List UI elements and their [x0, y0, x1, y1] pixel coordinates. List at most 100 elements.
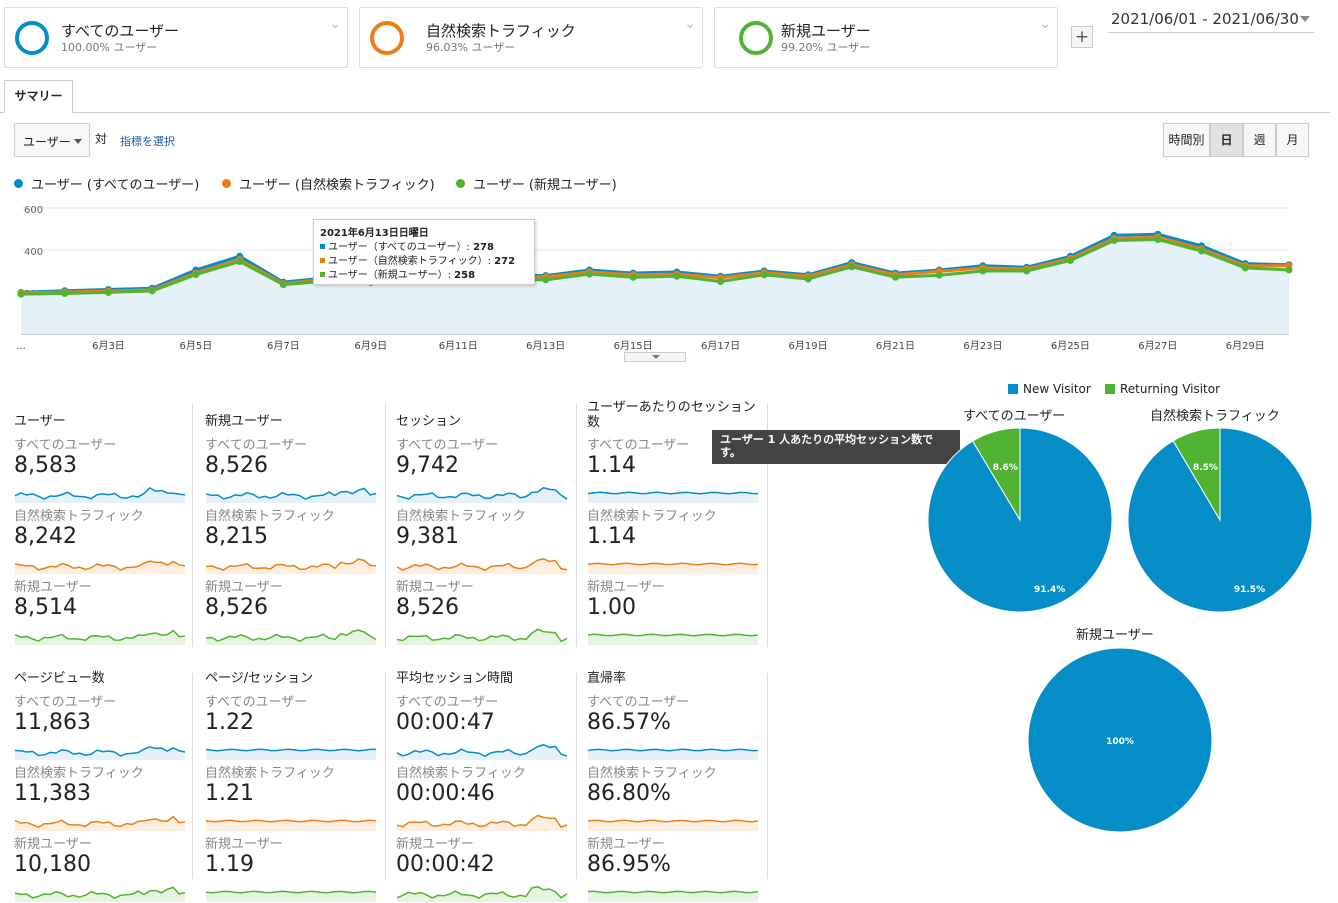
x-tick-label: 6月3日: [92, 340, 125, 352]
metric-tile[interactable]: 直帰率 すべてのユーザー 86.57% 自然検索トラフィック 86.80% 新規ユーザー 8…: [587, 671, 772, 902]
pie-legend-returning-visitor[interactable]: Returning Visitor: [1105, 382, 1220, 396]
metric-value: 1.14: [587, 524, 636, 549]
date-range-selector[interactable]: 2021/06/01 - 2021/06/30: [1111, 10, 1299, 28]
metric-row: 自然検索トラフィック 11,383: [14, 762, 186, 805]
chart-tooltip: 2021年6月13日日曜日 ユーザー（すべてのユーザー）: 278 ユーザー（自…: [313, 219, 535, 285]
legend-dot-icon: [456, 179, 465, 188]
metric-tile[interactable]: ページ/セッション すべてのユーザー 1.22 自然検索トラフィック 1.21 新規ユーザ…: [205, 671, 390, 902]
data-point: [542, 276, 550, 284]
granularity-month-button[interactable]: 月: [1276, 123, 1309, 157]
legend-dot-icon: [222, 179, 231, 188]
pie-chart: 100%: [1027, 647, 1213, 833]
segment-card-all-users[interactable]: すべてのユーザー 100.00% ユーザー ⌄: [4, 7, 348, 68]
metric-row: すべてのユーザー 9,742: [396, 434, 568, 477]
legend-item-all-users[interactable]: ユーザー (すべてのユーザー): [14, 174, 199, 193]
metric-tile[interactable]: 平均セッション時間 すべてのユーザー 00:00:47 自然検索トラフィック 00:00…: [396, 671, 581, 902]
sparkline: [205, 629, 377, 645]
metric-row: 新規ユーザー 8,526: [396, 576, 568, 619]
sparkline: [396, 814, 568, 831]
data-point: [1110, 237, 1118, 245]
metric-value: 8,242: [14, 524, 77, 549]
legend-square-icon: [1008, 384, 1018, 394]
data-point: [760, 271, 768, 279]
data-point: [1285, 266, 1293, 274]
legend-item-organic[interactable]: ユーザー (自然検索トラフィック): [222, 174, 435, 193]
sparkline: [396, 558, 568, 574]
metric-row: 新規ユーザー 8,514: [14, 576, 186, 619]
metric-row: すべてのユーザー 8,526: [205, 434, 377, 477]
metric-value: 1.21: [205, 781, 254, 806]
metric-value: 86.95%: [587, 852, 671, 877]
segment-card-new-users[interactable]: 新規ユーザー 99.20% ユーザー ⌄: [714, 7, 1058, 68]
segment-label: 自然検索トラフィック: [587, 766, 717, 781]
sparkline: [587, 819, 759, 831]
tab-bar-divider: [0, 112, 1330, 113]
metric-row: 新規ユーザー 10,180: [14, 833, 186, 876]
users-line-chart[interactable]: 600400200...6月3日6月5日6月7日6月9日6月11日6月13日6月…: [0, 195, 1320, 355]
sparkline-line: [587, 491, 759, 495]
sparkline-area: [588, 891, 758, 902]
metric-tile[interactable]: ページビュー数 すべてのユーザー 11,863 自然検索トラフィック 11,383 新規ユ…: [14, 671, 199, 902]
legend-square-icon: [320, 258, 325, 263]
select-metric-link[interactable]: 指標を選択: [120, 133, 175, 149]
date-range-underline: [1108, 32, 1314, 33]
pie-legend-label: New Visitor: [1023, 382, 1091, 396]
chevron-down-icon[interactable]: ⌄: [1039, 16, 1051, 32]
segment-label: 自然検索トラフィック: [205, 766, 335, 781]
tooltip-label: ユーザー（新規ユーザー）:: [328, 270, 455, 281]
legend-dot-icon: [14, 179, 23, 188]
chevron-down-icon[interactable]: ⌄: [329, 16, 341, 32]
sparkline-line: [205, 890, 377, 894]
sparkline: [14, 815, 186, 831]
sparkline: [205, 748, 377, 760]
metric-value: 8,526: [205, 453, 268, 478]
segment-label: すべてのユーザー: [587, 695, 690, 710]
granularity-week-button[interactable]: 週: [1243, 123, 1276, 157]
segment-label: 自然検索トラフィック: [396, 509, 526, 524]
metric-row: 自然検索トラフィック 00:00:46: [396, 762, 568, 805]
add-segment-button[interactable]: +: [1071, 26, 1093, 48]
metric-tile[interactable]: ユーザー すべてのユーザー 8,583 自然検索トラフィック 8,242 新規ユーザー 8,…: [14, 414, 199, 645]
sparkline: [587, 633, 759, 645]
collapse-chart-button[interactable]: [624, 352, 686, 362]
x-tick-label: 6月29日: [1226, 340, 1265, 352]
sparkline: [396, 628, 568, 645]
tooltip-row: ユーザー（新規ユーザー）: 258: [320, 269, 528, 283]
tab-summary[interactable]: サマリー: [4, 80, 73, 113]
legend-label: ユーザー (新規ユーザー): [473, 178, 617, 193]
metric-title: ページビュー数: [14, 671, 105, 686]
segment-label: 自然検索トラフィック: [587, 509, 717, 524]
data-point: [891, 273, 899, 281]
caret-down-icon[interactable]: [1300, 16, 1310, 22]
pie-slice-label: 91.5%: [1234, 585, 1265, 595]
metric-tile[interactable]: 新規ユーザー すべてのユーザー 8,526 自然検索トラフィック 8,215 新規ユーザー…: [205, 414, 390, 645]
pie-chart: 8.5% 91.5%: [1127, 427, 1313, 613]
segment-percent: 96.03% ユーザー: [426, 41, 516, 54]
tooltip-label: ユーザー（すべてのユーザー）:: [328, 242, 474, 253]
x-tick-label: 6月17日: [701, 340, 740, 352]
tooltip-value: 272: [494, 256, 516, 267]
metric-tile[interactable]: セッション すべてのユーザー 9,742 自然検索トラフィック 9,381 新規ユーザー 8…: [396, 414, 581, 645]
pie-legend-new-visitor[interactable]: New Visitor: [1008, 382, 1091, 396]
data-point: [717, 278, 725, 285]
segment-ring-icon: [15, 21, 49, 55]
metric-row: すべてのユーザー 1.22: [205, 691, 377, 734]
chevron-down-icon[interactable]: ⌄: [684, 16, 696, 32]
legend-square-icon: [320, 272, 325, 277]
metric-row: すべてのユーザー 8,583: [14, 434, 186, 477]
granularity-day-button[interactable]: 日: [1210, 123, 1243, 157]
granularity-hourly-button[interactable]: 時間別: [1163, 123, 1210, 157]
tooltip-value: 278: [473, 242, 494, 253]
pie-slice-label: 8.6%: [993, 463, 1018, 473]
pie-slice-label: 91.4%: [1034, 585, 1065, 595]
legend-item-new-users[interactable]: ユーザー (新規ユーザー): [456, 174, 617, 193]
metric-select[interactable]: ユーザー: [14, 123, 90, 157]
versus-label: 対: [95, 132, 108, 146]
segment-card-organic[interactable]: 自然検索トラフィック 96.03% ユーザー ⌄: [359, 7, 703, 68]
visitor-type-pie-charts: 8.6% 91.4% 8.5% 91.5% 100%: [927, 427, 1313, 833]
data-point: [104, 288, 112, 296]
metric-value: 9,381: [396, 524, 459, 549]
data-point: [192, 271, 200, 279]
data-point: [979, 267, 987, 275]
segment-label: 新規ユーザー: [205, 580, 283, 595]
